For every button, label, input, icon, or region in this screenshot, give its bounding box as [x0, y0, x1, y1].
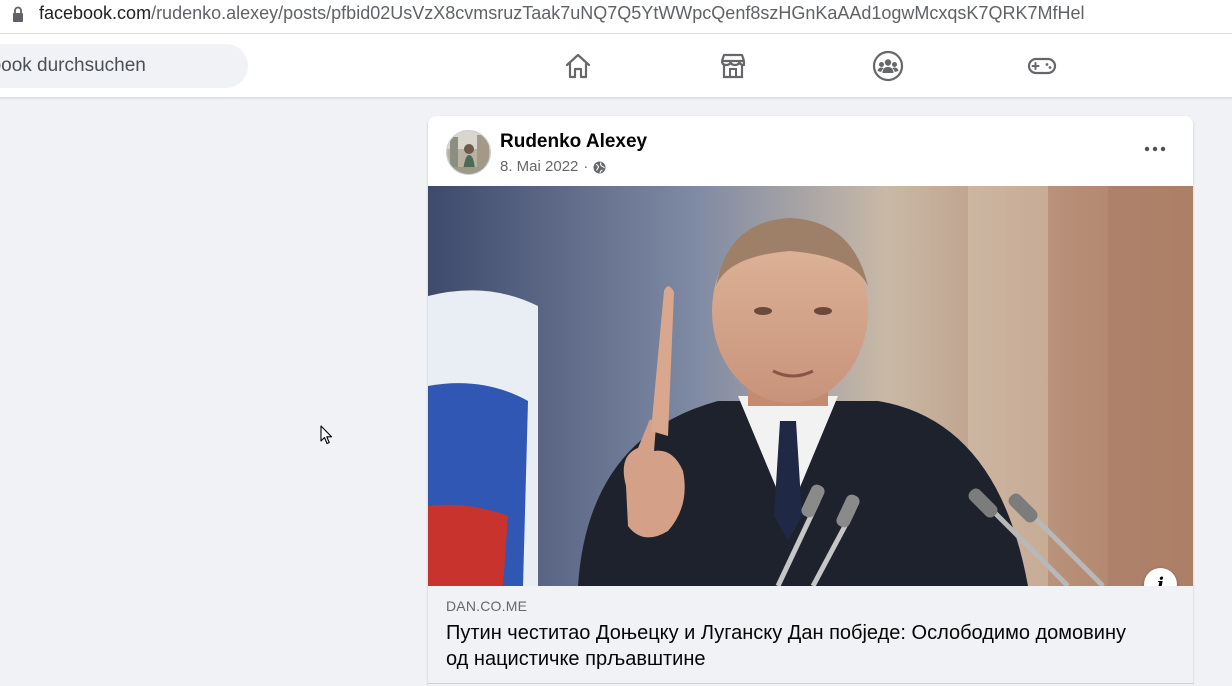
- url-domain: facebook.com: [39, 3, 152, 23]
- post-card: Rudenko Alexey 8. Mai 2022 · i DAN.CO.ME…: [428, 116, 1193, 686]
- speaker-photo: [428, 186, 1193, 586]
- globe-icon: [593, 161, 606, 173]
- url-text[interactable]: facebook.com/rudenko.alexey/posts/pfbid0…: [39, 2, 1084, 24]
- url-path: /rudenko.alexey/posts/pfbid02UsVzX8cvmsr…: [151, 3, 1085, 23]
- more-horizontal-icon: [1144, 146, 1166, 152]
- mouse-cursor-icon: [320, 425, 333, 445]
- divider: [428, 683, 1193, 684]
- meta-separator: ·: [583, 158, 589, 175]
- gaming-icon: [1027, 57, 1057, 75]
- top-navigation: ebook durchsuchen: [0, 34, 1232, 98]
- profile-photo: [447, 131, 490, 174]
- more-options-button[interactable]: [1140, 134, 1170, 164]
- avatar[interactable]: [446, 130, 491, 175]
- browser-address-bar[interactable]: facebook.com/rudenko.alexey/posts/pfbid0…: [0, 0, 1232, 34]
- post-date[interactable]: 8. Mai 2022: [500, 158, 578, 176]
- home-icon: [565, 53, 591, 79]
- post-image[interactable]: [428, 186, 1193, 586]
- link-domain: DAN.CO.ME: [446, 598, 528, 614]
- tab-gaming[interactable]: [1024, 48, 1060, 84]
- lock-icon: [13, 6, 23, 22]
- tab-home[interactable]: [560, 48, 596, 84]
- tab-marketplace[interactable]: [715, 48, 751, 84]
- tab-groups[interactable]: [870, 48, 906, 84]
- marketplace-icon: [720, 53, 746, 79]
- search-box[interactable]: ebook durchsuchen: [0, 44, 248, 88]
- link-preview[interactable]: DAN.CO.ME Путин честитао Доњецку и Луган…: [428, 586, 1193, 686]
- search-input[interactable]: ebook durchsuchen: [0, 55, 146, 77]
- link-headline[interactable]: Путин честитао Доњецку и Луганску Дан по…: [446, 620, 1146, 672]
- groups-icon: [872, 50, 904, 82]
- post-author[interactable]: Rudenko Alexey: [500, 131, 647, 153]
- post-meta: 8. Mai 2022 ·: [500, 158, 606, 176]
